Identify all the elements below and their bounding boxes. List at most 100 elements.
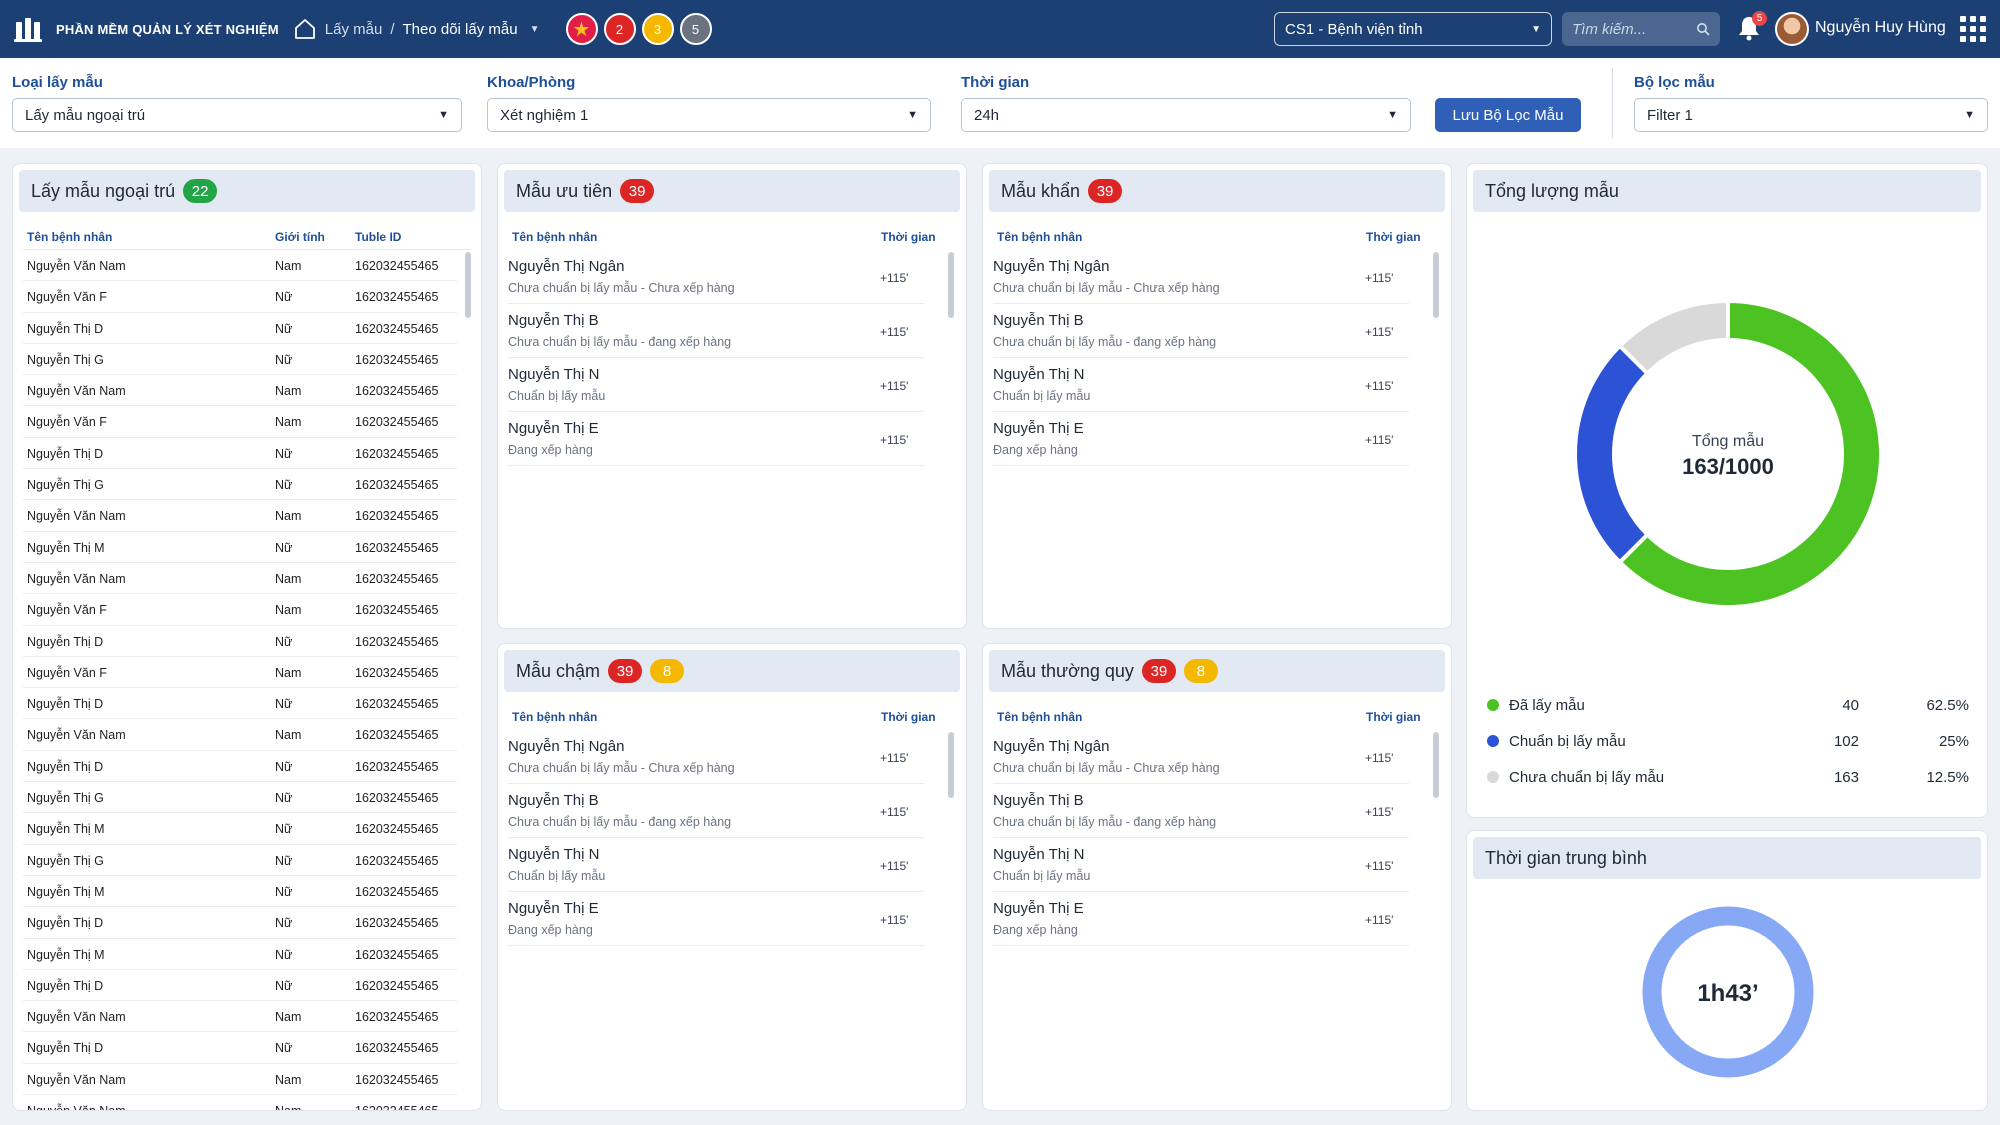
- table-row[interactable]: Nguyễn Thị D Nữ 162032455465: [23, 970, 457, 1002]
- donut-slice-3[interactable]: [1616, 298, 1730, 377]
- table-row[interactable]: Nguyễn Thị G Nữ 162032455465: [23, 344, 457, 376]
- list-item[interactable]: Nguyễn Thị E Đang xếp hàng +115': [993, 892, 1409, 946]
- sample-status: Chưa chuẩn bị lấy mẫu - Chưa xếp hàng: [993, 281, 1220, 295]
- legend-item[interactable]: Chưa chuẩn bị lấy mẫu 163 12.5%: [1487, 766, 1969, 790]
- breadcrumb-current[interactable]: Theo dõi lấy mẫu: [403, 21, 518, 38]
- chevron-down-icon[interactable]: ▼: [530, 24, 540, 35]
- scrollbar[interactable]: [1433, 732, 1439, 798]
- table-row[interactable]: Nguyễn Thị D Nữ 162032455465: [23, 907, 457, 939]
- patient-gender: Nam: [275, 728, 302, 743]
- patient-name: Nguyễn Thị E: [993, 420, 1084, 437]
- list-item[interactable]: Nguyễn Thị Ngân Chưa chuẩn bị lấy mẫu - C…: [993, 250, 1409, 304]
- table-row[interactable]: Nguyễn Thị G Nữ 162032455465: [23, 782, 457, 814]
- site-select[interactable]: CS1 - Bệnh viện tỉnh ▼: [1274, 12, 1552, 46]
- favorite-star-icon[interactable]: ★: [565, 13, 598, 45]
- elapsed-time: +115': [1365, 325, 1394, 339]
- patient-gender: Nữ: [275, 478, 293, 493]
- tube-id: 162032455465: [355, 978, 439, 993]
- donut-center-label: Tổng mẫu: [1692, 431, 1764, 450]
- department-select[interactable]: Xét nghiệm 1 ▼: [487, 98, 931, 132]
- table-row[interactable]: Nguyễn Văn Nam Nam 162032455465: [23, 250, 457, 282]
- donut-slice-2[interactable]: [1573, 342, 1651, 566]
- table-row[interactable]: Nguyễn Thị D Nữ 162032455465: [23, 1032, 457, 1064]
- patient-name: Nguyễn Thị D: [27, 321, 104, 336]
- table-row[interactable]: Nguyễn Văn Nam Nam 162032455465: [23, 1001, 457, 1033]
- patient-gender: Nữ: [275, 540, 293, 555]
- table-row[interactable]: Nguyễn Văn Nam Nam 162032455465: [23, 375, 457, 407]
- list-item[interactable]: Nguyễn Thị N Chuẩn bị lấy mẫu +115': [993, 358, 1409, 412]
- time-label: Thời gian: [961, 74, 1030, 91]
- list-item[interactable]: Nguyễn Thị E Đang xếp hàng +115': [508, 892, 924, 946]
- search-input[interactable]: [1572, 20, 1682, 38]
- list-item[interactable]: Nguyễn Thị B Chưa chuẩn bị lấy mẫu - đang…: [993, 304, 1409, 358]
- table-row[interactable]: Nguyễn Văn Nam Nam 162032455465: [23, 719, 457, 751]
- search-icon[interactable]: [1696, 22, 1710, 36]
- table-row[interactable]: Nguyễn Thị D Nữ 162032455465: [23, 626, 457, 657]
- scrollbar[interactable]: [465, 252, 471, 318]
- list-item[interactable]: Nguyễn Thị Ngân Chưa chuẩn bị lấy mẫu - C…: [508, 730, 924, 784]
- scrollbar[interactable]: [1433, 252, 1439, 318]
- table-row[interactable]: Nguyễn Thị D Nữ 162032455465: [23, 751, 457, 783]
- column-header-name: Tên bệnh nhân: [512, 230, 598, 244]
- list-item[interactable]: Nguyễn Thị B Chưa chuẩn bị lấy mẫu - đang…: [508, 304, 924, 358]
- table-row[interactable]: Nguyễn Thị M Nữ 162032455465: [23, 876, 457, 908]
- list-item[interactable]: Nguyễn Thị B Chưa chuẩn bị lấy mẫu - đang…: [508, 784, 924, 838]
- table-row[interactable]: Nguyễn Thị G Nữ 162032455465: [23, 845, 457, 876]
- department-value: Xét nghiệm 1: [500, 106, 589, 124]
- patient-name: Nguyễn Thị M: [27, 540, 105, 555]
- breadcrumb-section[interactable]: Lấy mẫu: [325, 21, 383, 38]
- scrollbar[interactable]: [948, 732, 954, 798]
- list-item[interactable]: Nguyễn Thị N Chuẩn bị lấy mẫu +115': [993, 838, 1409, 892]
- user-name[interactable]: Nguyễn Huy Hùng: [1815, 19, 1946, 37]
- list-item[interactable]: Nguyễn Thị E Đang xếp hàng +115': [508, 412, 924, 466]
- urgent-panel: Mẫu khẩn 39 Tên bệnh nhân Thời gian Nguy…: [982, 163, 1452, 629]
- patient-name: Nguyễn Văn Nam: [27, 571, 126, 586]
- table-row[interactable]: Nguyễn Thị D Nữ 162032455465: [23, 313, 457, 344]
- tube-id: 162032455465: [355, 947, 439, 962]
- table-row[interactable]: Nguyễn Văn Nam Nam 162032455465: [23, 563, 457, 595]
- legend-dot: [1487, 735, 1499, 747]
- patient-name: Nguyễn Thị Ngân: [993, 258, 1110, 275]
- avatar[interactable]: [1775, 12, 1809, 46]
- patient-gender: Nam: [275, 1010, 302, 1025]
- patient-name: Nguyễn Văn Nam: [27, 1104, 126, 1110]
- list-item[interactable]: Nguyễn Thị Ngân Chưa chuẩn bị lấy mẫu - C…: [993, 730, 1409, 784]
- home-icon[interactable]: [293, 17, 317, 41]
- table-row[interactable]: Nguyễn Văn F Nam 162032455465: [23, 594, 457, 626]
- patient-name: Nguyễn Văn F: [27, 603, 107, 618]
- yellow-status-badge[interactable]: 3: [641, 13, 674, 45]
- table-row[interactable]: Nguyễn Văn Nam Nam 162032455465: [23, 1095, 457, 1110]
- table-row[interactable]: Nguyễn Thị M Nữ 162032455465: [23, 813, 457, 845]
- patient-name: Nguyễn Văn Nam: [27, 728, 126, 743]
- table-row[interactable]: Nguyễn Thị D Nữ 162032455465: [23, 438, 457, 470]
- list-item[interactable]: Nguyễn Thị N Chuẩn bị lấy mẫu +115': [508, 358, 924, 412]
- sample-type-select[interactable]: Lấy mẫu ngoại trú ▼: [12, 98, 462, 132]
- list-item[interactable]: Nguyễn Thị B Chưa chuẩn bị lấy mẫu - đang…: [993, 784, 1409, 838]
- app-logo[interactable]: PHẦN MỀM QUẢN LÝ XÉT NGHIỆM: [14, 16, 279, 42]
- legend-item[interactable]: Chuẩn bị lấy mẫu 102 25%: [1487, 730, 1969, 754]
- list-item[interactable]: Nguyễn Thị N Chuẩn bị lấy mẫu +115': [508, 838, 924, 892]
- sample-filter-select[interactable]: Filter 1 ▼: [1634, 98, 1988, 132]
- sample-status: Chuẩn bị lấy mẫu: [993, 869, 1091, 883]
- save-filter-button[interactable]: Lưu Bộ Lọc Mẫu: [1435, 98, 1581, 132]
- list-item[interactable]: Nguyễn Thị E Đang xếp hàng +115': [993, 412, 1409, 466]
- table-row[interactable]: Nguyễn Thị M Nữ 162032455465: [23, 939, 457, 970]
- table-row[interactable]: Nguyễn Văn Nam Nam 162032455465: [23, 1064, 457, 1096]
- time-select[interactable]: 24h ▼: [961, 98, 1411, 132]
- legend-item[interactable]: Đã lấy mẫu 40 62.5%: [1487, 694, 1969, 718]
- gray-status-badge[interactable]: 5: [679, 13, 712, 45]
- patient-name: Nguyễn Thị N: [508, 846, 600, 863]
- table-row[interactable]: Nguyễn Văn Nam Nam 162032455465: [23, 500, 457, 532]
- table-row[interactable]: Nguyễn Văn F Nam 162032455465: [23, 406, 457, 438]
- table-row[interactable]: Nguyễn Thị M Nữ 162032455465: [23, 532, 457, 563]
- app-grid-icon[interactable]: [1960, 16, 1986, 42]
- column-header-name: Tên bệnh nhân: [997, 230, 1083, 244]
- table-row[interactable]: Nguyễn Thị D Nữ 162032455465: [23, 688, 457, 720]
- list-item[interactable]: Nguyễn Thị Ngân Chưa chuẩn bị lấy mẫu - C…: [508, 250, 924, 304]
- red-status-badge[interactable]: 2: [603, 13, 636, 45]
- scrollbar[interactable]: [948, 252, 954, 318]
- table-row[interactable]: Nguyễn Văn F Nữ 162032455465: [23, 281, 457, 313]
- tube-id: 162032455465: [355, 822, 439, 837]
- table-row[interactable]: Nguyễn Văn F Nam 162032455465: [23, 657, 457, 689]
- table-row[interactable]: Nguyễn Thị G Nữ 162032455465: [23, 469, 457, 501]
